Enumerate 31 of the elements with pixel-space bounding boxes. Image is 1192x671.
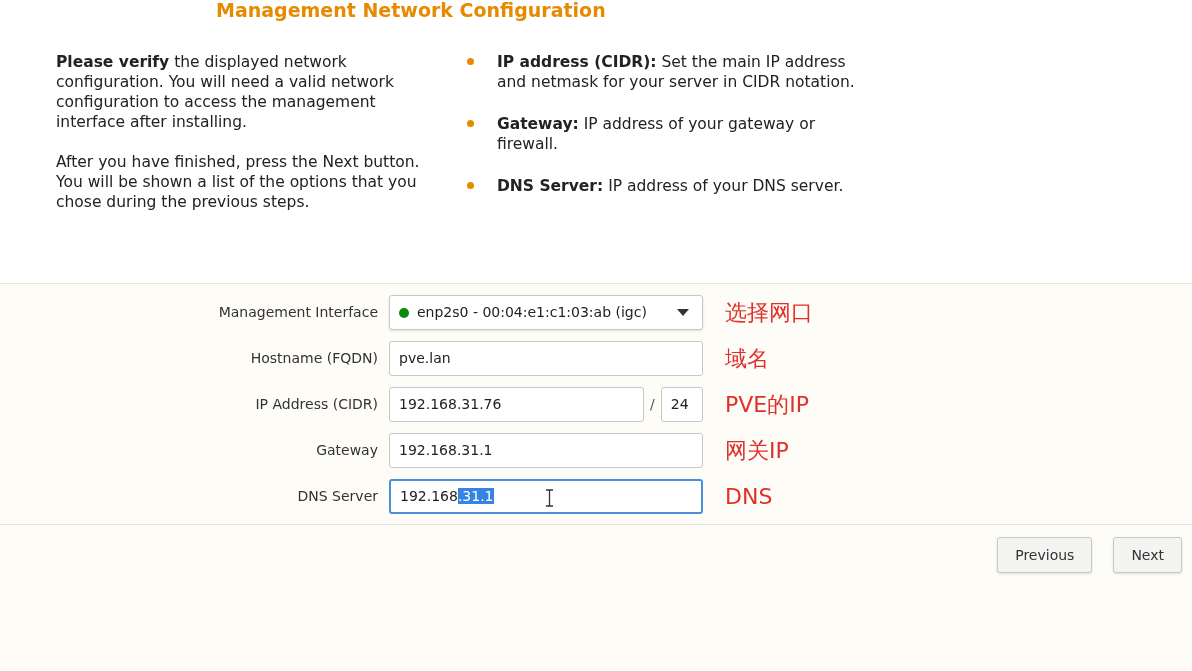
field-label: IP Address (CIDR) bbox=[254, 395, 379, 414]
bullet-icon bbox=[467, 120, 474, 127]
input-field[interactable]: 192.168.31.1 bbox=[389, 433, 703, 468]
netmask-field[interactable]: 24 bbox=[660, 387, 703, 422]
field-label: DNS Server bbox=[296, 487, 379, 506]
intro-paragraph: After you have finished, press the Next button. You will be shown a list of the options that you chose during the previous steps. bbox=[56, 152, 421, 212]
page-title: Management Network Configuration bbox=[216, 0, 607, 22]
bullet-text: DNS Server: IP address of your DNS server. bbox=[497, 176, 845, 196]
annotation-text: DNS bbox=[725, 483, 774, 511]
annotation-text: 网关IP bbox=[725, 437, 790, 465]
input-field[interactable]: pve.lan bbox=[389, 341, 703, 376]
annotation-text: PVE的IP bbox=[725, 391, 810, 419]
slash-separator: / bbox=[650, 395, 655, 414]
nav-button[interactable]: Previous bbox=[997, 537, 1093, 573]
interface-value: enp2s0 - 00:04:e1:c1:03:ab (igc) bbox=[417, 303, 648, 322]
nav-button[interactable]: Next bbox=[1113, 537, 1182, 573]
field-label: Hostname (FQDN) bbox=[249, 349, 379, 368]
caret-icon bbox=[677, 308, 689, 317]
annotation-text: 选择网口 bbox=[725, 299, 814, 327]
interface-dropdown[interactable]: enp2s0 - 00:04:e1:c1:03:ab (igc) bbox=[389, 295, 703, 330]
bullet-icon bbox=[467, 182, 474, 189]
bullet-icon bbox=[467, 58, 474, 65]
ip-address-field[interactable]: 192.168.31.76 bbox=[389, 387, 644, 422]
annotation-text: 域名 bbox=[725, 345, 770, 373]
field-label: Gateway bbox=[315, 441, 379, 460]
text-cursor-icon bbox=[546, 489, 553, 507]
input-field[interactable]: 192.168.31.1 bbox=[389, 479, 703, 514]
field-label: Management Interface bbox=[217, 303, 379, 322]
intro-paragraph: Please verify the displayed network configuration. You will need a valid network configuration to access the management interface after installing. bbox=[56, 52, 395, 132]
bullet-text: IP address (CIDR): Set the main IP address and netmask for your server in CIDR notation. bbox=[497, 52, 856, 92]
bullet-text: Gateway: IP address of your gateway or firewall. bbox=[497, 114, 817, 154]
